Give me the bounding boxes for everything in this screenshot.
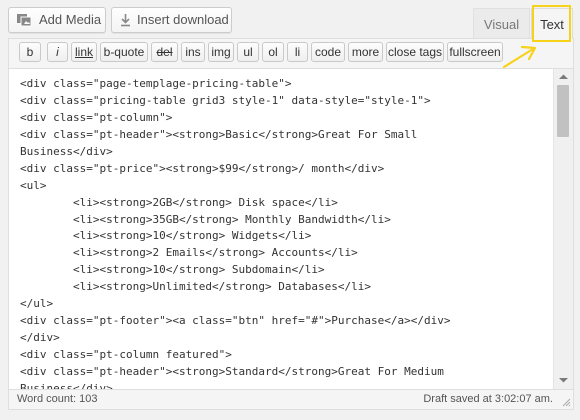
code-line: <div class="pt-footer"><a class="btn" hr… (20, 314, 451, 328)
quicktag-italic-button[interactable]: i (47, 42, 68, 62)
quicktag-del-button[interactable]: del (151, 42, 178, 62)
code-textarea[interactable]: <div class="page-templage-pricing-table"… (9, 69, 551, 389)
code-line: </div> (20, 331, 60, 345)
code-line: Business</div> (20, 381, 113, 389)
quicktag-fullscreen-button[interactable]: fullscreen (447, 42, 503, 62)
word-count: Word count: 103 (17, 393, 98, 405)
code-line: <div class="pt-column featured"> (20, 348, 232, 361)
add-media-label: Add Media (39, 12, 102, 27)
scroll-down-arrow-icon[interactable] (559, 377, 568, 383)
code-line: <div class="page-templage-pricing-table"… (20, 77, 292, 90)
quicktags-toolbar: b i link b-quote del ins img ul ol li co… (9, 39, 573, 69)
quicktag-bold-button[interactable]: b (19, 42, 41, 62)
quicktag-code-button[interactable]: code (311, 42, 345, 62)
code-line: </ul> (20, 297, 54, 311)
code-line: <ul> (20, 178, 47, 192)
code-line: <div class="pt-header"><strong>Basic</st… (20, 127, 418, 141)
draft-saved-status: Draft saved at 3:02:07 am. (423, 393, 553, 405)
editor-status-bar: Word count: 103 Draft saved at 3:02:07 a… (8, 390, 574, 410)
quicktag-ul-button[interactable]: ul (237, 42, 259, 62)
resize-handle-icon[interactable] (561, 397, 571, 407)
scroll-up-arrow-icon[interactable] (559, 74, 568, 80)
code-line: <li><strong>Unlimited</strong> Databases… (20, 280, 371, 294)
vertical-scrollbar[interactable] (553, 69, 573, 389)
insert-download-button[interactable]: Insert download (111, 7, 232, 33)
quicktag-ins-button[interactable]: ins (181, 42, 205, 62)
insert-download-label: Insert download (137, 12, 229, 27)
code-line: <div class="pt-price"><strong>$99</stron… (20, 161, 385, 175)
download-icon (121, 14, 130, 27)
tab-visual[interactable]: Visual (473, 8, 530, 39)
code-line: <div class="pt-header"><strong>Standard<… (20, 364, 444, 378)
text-tab-highlight-box (532, 5, 571, 42)
quicktag-bquote-button[interactable]: b-quote (100, 42, 148, 62)
add-media-button[interactable]: Add Media (8, 7, 106, 33)
code-line: <li><strong>10</strong> Subdomain</li> (20, 263, 325, 277)
code-line: <li><strong>10</strong> Widgets</li> (20, 229, 312, 243)
code-line: <li><strong>2 Emails</strong> Accounts</… (20, 246, 358, 260)
code-line: <li><strong>2GB</strong> Disk space</li> (20, 195, 338, 209)
code-line: <div class="pt-column"> (20, 110, 173, 124)
quicktag-close-tags-button[interactable]: close tags (386, 42, 444, 62)
quicktag-more-button[interactable]: more (348, 42, 383, 62)
quicktag-ol-button[interactable]: ol (262, 42, 284, 62)
code-line: Business</div> (20, 144, 113, 158)
quicktag-li-button[interactable]: li (287, 42, 308, 62)
code-line: <div class="pricing-table grid3 style-1"… (20, 93, 431, 107)
quicktag-link-button[interactable]: link (71, 42, 97, 62)
code-line: <li><strong>35GB</strong> Monthly Bandwi… (20, 212, 391, 226)
scrollbar-thumb[interactable] (557, 85, 569, 137)
media-icon (17, 14, 32, 27)
quicktag-img-button[interactable]: img (208, 42, 234, 62)
annotation-arrow-icon (502, 45, 537, 69)
editor-container: b i link b-quote del ins img ul ol li co… (8, 38, 574, 390)
